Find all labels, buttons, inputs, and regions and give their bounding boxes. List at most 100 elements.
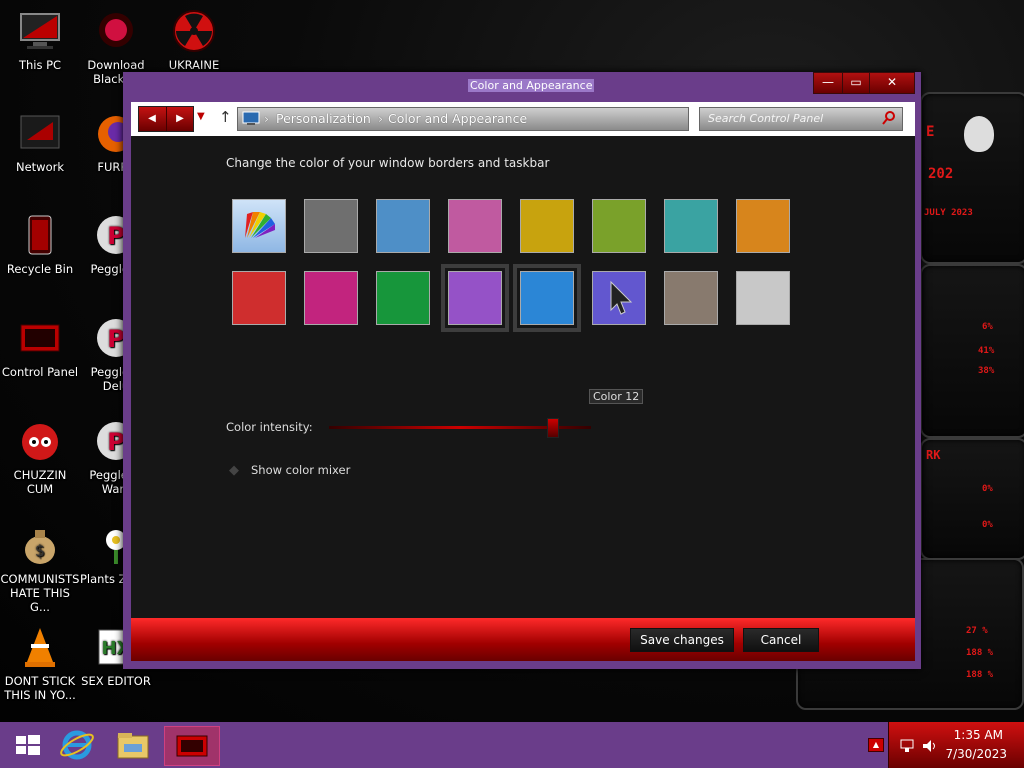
- money-bag-icon: $: [17, 522, 63, 568]
- taskbar-file-explorer[interactable]: [110, 726, 156, 764]
- monitor-icon: [17, 8, 63, 54]
- desktop-icon-network[interactable]: Network: [0, 110, 80, 174]
- hud-stat: 0%: [982, 520, 993, 530]
- save-changes-button[interactable]: Save changes: [630, 628, 734, 652]
- desktop-icon-this-pc[interactable]: This PC: [0, 8, 80, 72]
- color-swatch[interactable]: [232, 271, 286, 325]
- desktop-icon-chuzzin[interactable]: CHUZZIN CUM: [0, 418, 80, 496]
- desktop-icon-label: Network: [15, 160, 65, 174]
- taskbar: ▲ 1:35 AM 7/30/2023: [0, 722, 1024, 768]
- desktop-icon-recycle-bin[interactable]: Recycle Bin: [0, 212, 80, 276]
- color-swatch[interactable]: [304, 271, 358, 325]
- network-icon[interactable]: [899, 738, 915, 754]
- hud-label: E: [926, 124, 935, 140]
- color-swatch[interactable]: [592, 271, 646, 325]
- network-icon: [17, 110, 63, 156]
- search-input[interactable]: [706, 111, 880, 126]
- skull-icon: [93, 8, 139, 54]
- show-color-mixer-link[interactable]: Show color mixer: [251, 463, 350, 477]
- chevron-down-icon[interactable]: ◆: [229, 463, 239, 478]
- navigation-bar: ◀ ▶ ▼ ↑ › Personalization › Color and Ap…: [131, 102, 915, 136]
- clock-time[interactable]: 1:35 AM: [954, 728, 1003, 742]
- desktop-icon-label: DONT STICK THIS IN YO...: [4, 674, 76, 702]
- desktop-icon-label: SEX EDITOR: [81, 674, 151, 688]
- windows-logo-icon: [16, 735, 40, 755]
- hud-panel-stats: 6% 41% 38%: [920, 264, 1024, 438]
- minimize-button[interactable]: —: [813, 72, 843, 94]
- desktop-icon-label: Recycle Bin: [6, 262, 74, 276]
- start-button[interactable]: [4, 726, 50, 764]
- clock-date[interactable]: 7/30/2023: [945, 747, 1007, 761]
- breadcrumb-separator: ›: [264, 111, 269, 126]
- cancel-button[interactable]: Cancel: [743, 628, 819, 652]
- desktop-icon-label: UKRAINE: [168, 58, 220, 72]
- color-swatch[interactable]: [441, 264, 509, 332]
- color-swatch[interactable]: [376, 199, 430, 253]
- page-heading: Change the color of your window borders …: [226, 156, 550, 170]
- hud-date: JULY 2023: [924, 208, 973, 218]
- speaker-icon[interactable]: [921, 738, 937, 754]
- desktop-icon-label: This PC: [18, 58, 62, 72]
- color-and-appearance-window: Color and Appearance — ▭ ✕ ◀ ▶ ▼ ↑ › Per…: [123, 72, 921, 669]
- hud-panel-mid: RK 0% 0%: [920, 438, 1024, 560]
- hud-stat: 41%: [978, 346, 995, 356]
- hud-stat: 6%: [982, 322, 993, 332]
- color-fan-icon: [245, 212, 275, 238]
- custom-color-swatch[interactable]: [232, 199, 286, 253]
- color-swatch[interactable]: [664, 271, 718, 325]
- back-button[interactable]: ◀: [139, 107, 165, 131]
- hud-code: RK: [926, 448, 941, 462]
- hud-number: 202: [928, 166, 954, 182]
- color-swatch[interactable]: [376, 271, 430, 325]
- alien-head-icon: [964, 116, 994, 152]
- color-intensity-label: Color intensity:: [226, 420, 313, 434]
- folder-icon: [117, 733, 149, 759]
- breadcrumb-personalization[interactable]: Personalization: [276, 111, 371, 126]
- color-swatch[interactable]: [304, 199, 358, 253]
- show-hidden-icons-button[interactable]: ▲: [868, 738, 884, 752]
- mouse-cursor-icon: [610, 280, 633, 315]
- hud-panel-top: E 202 JULY 2023: [920, 92, 1024, 264]
- hud-stat: 188 %: [966, 670, 994, 680]
- search-icon[interactable]: [882, 111, 896, 125]
- back-forward-group: ◀ ▶: [138, 106, 194, 132]
- window-title: Color and Appearance: [468, 79, 595, 92]
- svg-text:$: $: [35, 541, 45, 560]
- color-swatch[interactable]: [592, 199, 646, 253]
- control-panel-icon: [242, 111, 260, 125]
- taskbar-control-panel-active[interactable]: [164, 726, 220, 766]
- desktop-icon-control-panel[interactable]: Control Panel: [0, 315, 80, 379]
- control-panel-icon: [176, 735, 208, 757]
- forward-button[interactable]: ▶: [166, 107, 193, 131]
- desktop-icon-label: CHUZZIN CUM: [13, 468, 67, 496]
- hud-stat: 0%: [982, 484, 993, 494]
- color-swatch[interactable]: [736, 271, 790, 325]
- taskbar-internet-explorer[interactable]: [54, 726, 100, 764]
- color-swatch[interactable]: [513, 264, 581, 332]
- color-swatch[interactable]: [520, 199, 574, 253]
- desktop-icon-communists[interactable]: $ COMMUNISTS HATE THIS G...: [0, 522, 80, 614]
- desktop-icon-vlc[interactable]: DONT STICK THIS IN YO...: [0, 624, 80, 702]
- desktop-icon-label: Control Panel: [1, 365, 79, 379]
- color-intensity-slider-thumb[interactable]: [547, 418, 559, 438]
- recent-locations-dropdown[interactable]: ▼: [197, 111, 205, 122]
- desktop-icon-ukraine[interactable]: UKRAINE: [154, 8, 234, 72]
- search-box[interactable]: [699, 107, 903, 131]
- chuzzle-icon: [17, 418, 63, 464]
- up-button[interactable]: ↑: [219, 108, 232, 126]
- address-bar[interactable]: › Personalization › Color and Appearance: [237, 107, 689, 131]
- hud-stat: 188 %: [966, 648, 994, 658]
- swatch-tooltip: Color 12: [589, 389, 644, 404]
- maximize-button[interactable]: ▭: [842, 72, 870, 94]
- hud-stat: 38%: [978, 366, 995, 376]
- color-swatch[interactable]: [736, 199, 790, 253]
- radiation-icon: [171, 8, 217, 54]
- color-swatch[interactable]: [448, 199, 502, 253]
- breadcrumb-color-and-appearance[interactable]: Color and Appearance: [388, 111, 527, 126]
- recycle-bin-icon: [17, 212, 63, 258]
- traffic-cone-icon: [17, 624, 63, 670]
- window-titlebar[interactable]: Color and Appearance — ▭ ✕: [123, 72, 921, 100]
- color-swatch[interactable]: [664, 199, 718, 253]
- breadcrumb-separator: ›: [378, 111, 383, 126]
- close-button[interactable]: ✕: [869, 72, 915, 94]
